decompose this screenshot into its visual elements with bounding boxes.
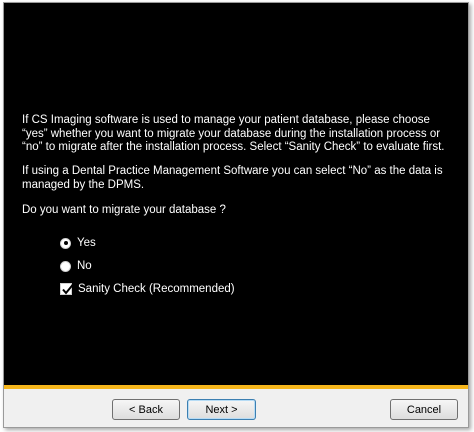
sanity-check-checkbox[interactable]: Sanity Check (Recommended) (60, 283, 235, 295)
radio-selected-icon[interactable] (60, 237, 71, 249)
button-bar: < Back Next > Cancel (4, 389, 468, 427)
installer-window: If CS Imaging software is used to manage… (3, 2, 469, 428)
no-radio-option[interactable]: No (60, 260, 92, 272)
yes-label[interactable]: Yes (77, 237, 96, 249)
cancel-button[interactable]: Cancel (390, 399, 458, 420)
yes-radio-option[interactable]: Yes (60, 237, 96, 249)
description-line: “yes” whether you want to migrate your d… (22, 127, 441, 140)
radio-unselected-icon[interactable] (60, 260, 71, 272)
content-panel: If CS Imaging software is used to manage… (4, 3, 468, 385)
next-button[interactable]: Next > (187, 399, 256, 420)
description-line: “no” to migrate after the installation p… (22, 141, 445, 153)
no-label[interactable]: No (77, 260, 92, 272)
checkbox[interactable] (60, 283, 74, 295)
checkmark-icon (62, 283, 74, 295)
note-line: managed by the DPMS. (22, 178, 145, 191)
description-line: If CS Imaging software is used to manage… (22, 114, 430, 126)
back-button[interactable]: < Back (112, 399, 180, 420)
note-line: If using a Dental Practice Management So… (22, 165, 443, 177)
migration-question: Do you want to migrate your database ? (22, 204, 226, 216)
sanity-check-label[interactable]: Sanity Check (Recommended) (78, 283, 235, 295)
dpms-note: If using a Dental Practice Management So… (22, 165, 452, 192)
migration-description: If CS Imaging software is used to manage… (22, 114, 452, 155)
